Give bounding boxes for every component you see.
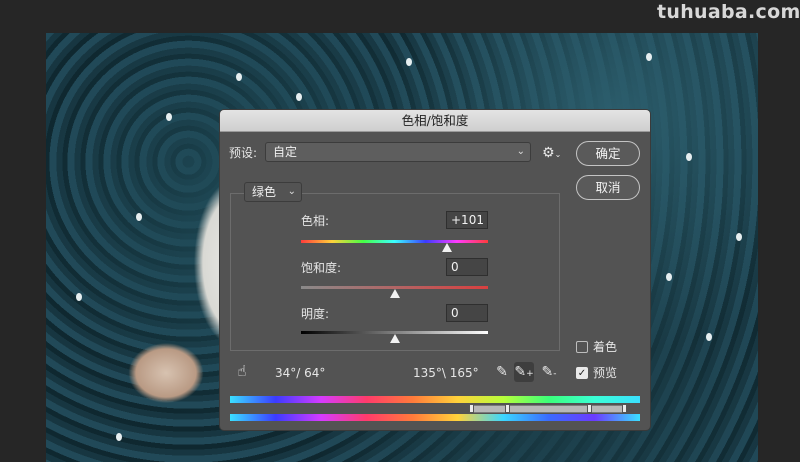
source-color-bar: [230, 396, 640, 403]
flower-dot: [116, 433, 122, 441]
hue-slider-track[interactable]: [301, 240, 488, 243]
range-right-readout: 135°\ 165°: [413, 366, 479, 380]
hue-label: 色相:: [301, 214, 330, 228]
ok-button[interactable]: 确定: [576, 141, 640, 166]
chevron-down-icon: ⌄: [287, 186, 296, 197]
dialog-title[interactable]: 色相/饱和度: [220, 110, 650, 132]
cancel-button[interactable]: 取消: [576, 175, 640, 200]
lightness-label: 明度:: [301, 307, 330, 321]
range-handle-left-outer[interactable]: [469, 404, 474, 413]
flower-dot: [686, 153, 692, 161]
channel-value: 绿色: [252, 185, 277, 199]
color-range-selector[interactable]: [471, 405, 626, 413]
flower-dot: [76, 293, 82, 301]
flower-dot: [136, 213, 142, 221]
preset-value: 自定: [273, 145, 298, 159]
range-handle-right-inner[interactable]: [587, 404, 592, 413]
flower-dot: [706, 333, 712, 341]
preview-label: 预览: [593, 366, 618, 380]
flower-dot: [296, 93, 302, 101]
colorize-checkbox[interactable]: [576, 341, 588, 353]
gear-icon[interactable]: ⚙⌄: [542, 145, 561, 163]
hue-slider-thumb[interactable]: [441, 243, 452, 252]
range-handle-right-outer[interactable]: [622, 404, 627, 413]
watermark: tuhuaba.com: [657, 1, 800, 23]
chevron-down-icon: ⌄: [516, 146, 525, 157]
preview-checkbox[interactable]: ✓: [576, 367, 588, 379]
adjusted-color-bar: [230, 414, 640, 421]
flower-dot: [736, 233, 742, 241]
preset-select[interactable]: 自定 ⌄: [265, 142, 531, 162]
eyedropper-plus-icon[interactable]: ✎+: [514, 362, 534, 382]
eyedropper-icon[interactable]: ✎: [493, 364, 511, 380]
saturation-value-field[interactable]: 0: [446, 258, 488, 276]
hand-adjust-icon[interactable]: ☝: [233, 363, 251, 379]
flower-dot: [666, 273, 672, 281]
hue-value-field[interactable]: +101: [446, 211, 488, 229]
range-handle-left-inner[interactable]: [505, 404, 510, 413]
range-left-readout: 34°/ 64°: [275, 366, 326, 380]
flower-dot: [406, 58, 412, 66]
lightness-slider-thumb[interactable]: [389, 334, 400, 343]
flower-dot: [236, 73, 242, 81]
saturation-slider-thumb[interactable]: [389, 289, 400, 298]
lightness-value-field[interactable]: 0: [446, 304, 488, 322]
channel-select[interactable]: 绿色 ⌄: [244, 182, 302, 202]
adjustment-group: [230, 193, 560, 351]
flower-dot: [166, 113, 172, 121]
eyedropper-minus-icon[interactable]: ✎-: [540, 364, 558, 382]
colorize-label: 着色: [593, 340, 618, 354]
saturation-label: 饱和度:: [301, 261, 342, 275]
preset-label: 预设:: [229, 146, 258, 160]
hue-saturation-dialog: 色相/饱和度 预设: 自定 ⌄ ⚙⌄ 确定 取消 绿色 ⌄ 色相: +101 饱…: [219, 109, 651, 431]
flower-dot: [646, 53, 652, 61]
